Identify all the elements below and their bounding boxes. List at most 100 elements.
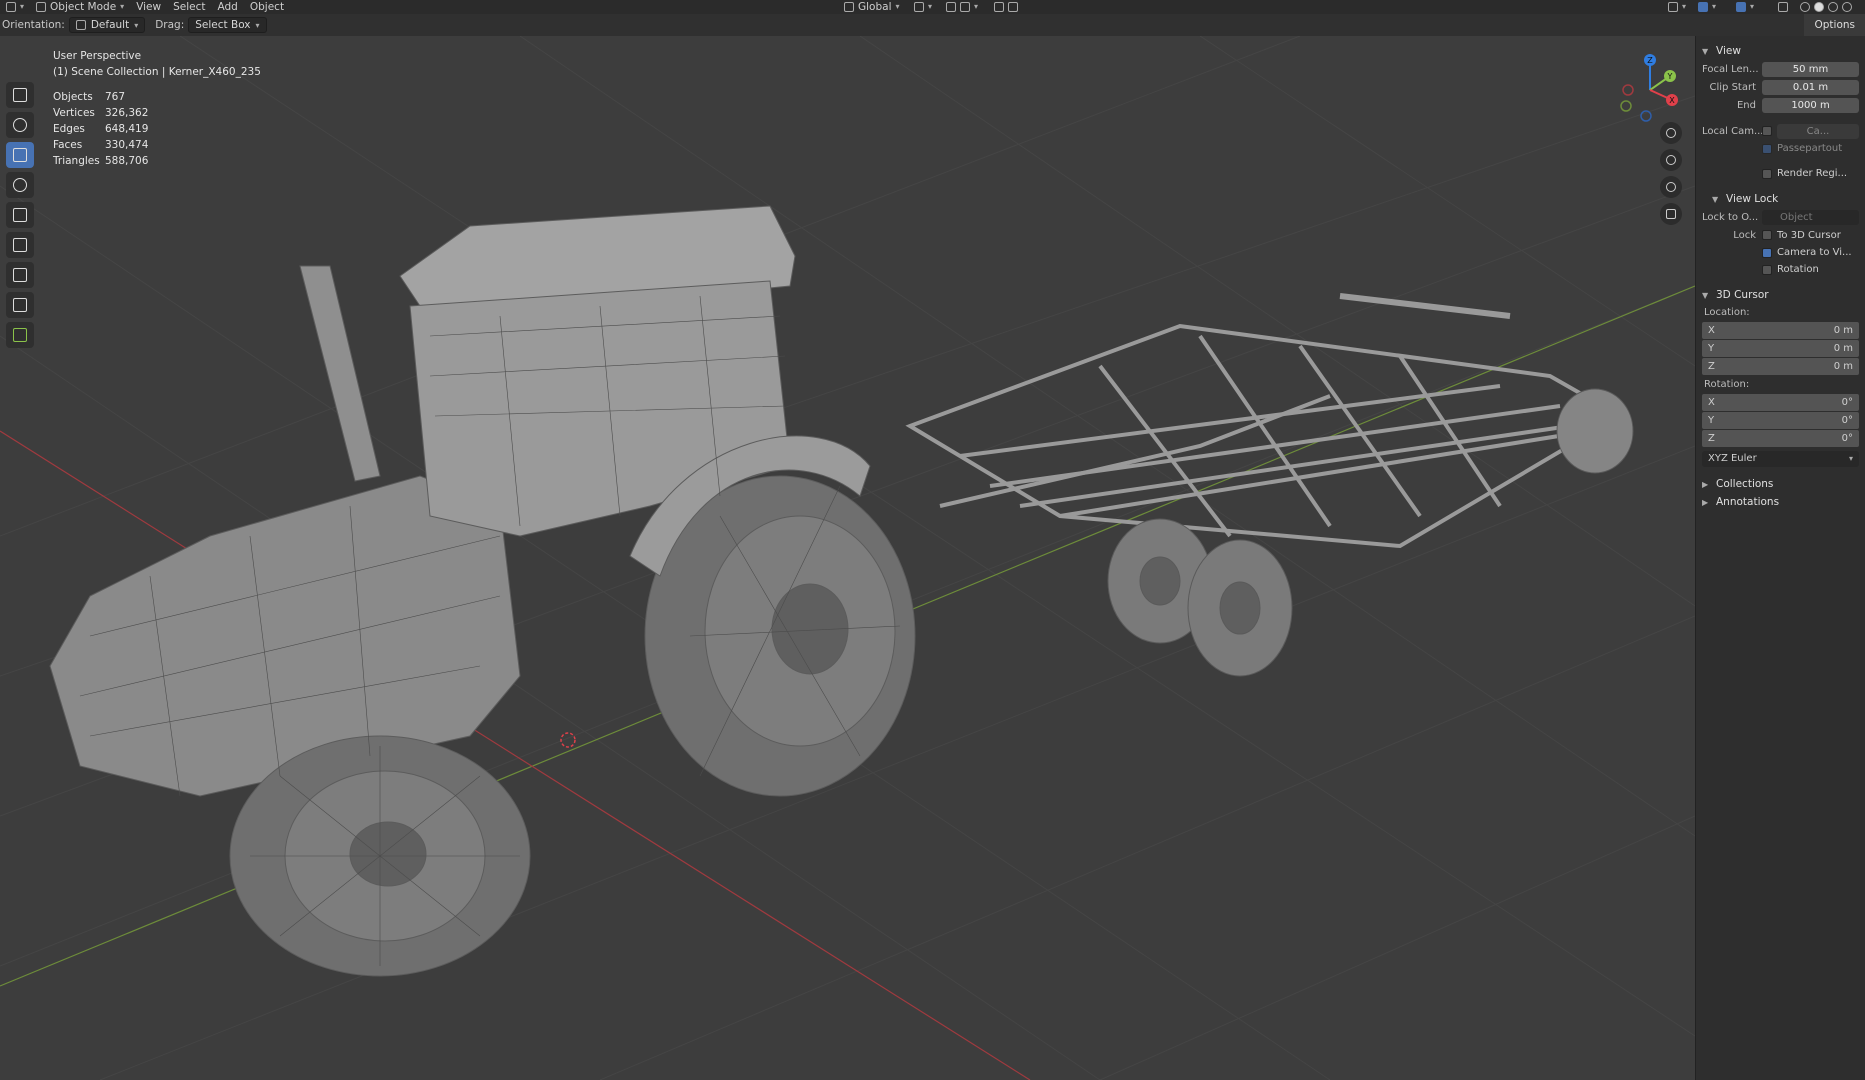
gizmo-neg-y[interactable] bbox=[1620, 100, 1632, 112]
wireframe-shading-icon[interactable] bbox=[1800, 2, 1810, 12]
clip-end-label: End bbox=[1736, 99, 1756, 111]
cursor-rotation-x[interactable]: X 0° bbox=[1702, 394, 1859, 411]
cursor-rotation-z[interactable]: Z 0° bbox=[1702, 430, 1859, 447]
lock-rotation-checkbox[interactable] bbox=[1762, 264, 1772, 275]
clip-start-row: Clip Start 0.01 m bbox=[1702, 78, 1859, 96]
options-button[interactable]: Options bbox=[1804, 14, 1865, 36]
local-camera-field[interactable]: Ca... bbox=[1777, 123, 1859, 139]
clip-start-label: Clip Start bbox=[1709, 81, 1757, 93]
scene-statistics: Objects 767 Vertices 326,362 Edges 648,419 … bbox=[53, 89, 261, 169]
gizmo-icon bbox=[1698, 2, 1708, 12]
chevron-down-icon: ▾ bbox=[928, 2, 933, 11]
ortho-toggle-button[interactable] bbox=[1660, 203, 1682, 225]
cursor-rotation-y[interactable]: Y 0° bbox=[1702, 412, 1859, 429]
focal-length-field[interactable]: 50 mm bbox=[1762, 61, 1859, 77]
panel-header-annotations[interactable]: ▶ Annotations bbox=[1702, 493, 1859, 511]
panel-header-view-lock[interactable]: ▼ View Lock bbox=[1702, 190, 1859, 208]
zoom-button[interactable] bbox=[1660, 122, 1682, 144]
panel-header-3d-cursor[interactable]: ▼ 3D Cursor bbox=[1702, 286, 1859, 304]
lock-to-object-field[interactable]: Object bbox=[1762, 209, 1859, 225]
shading-modes[interactable] bbox=[1794, 0, 1858, 14]
stat-row-triangles: Triangles 588,706 bbox=[53, 155, 149, 167]
menu-object[interactable]: Object bbox=[244, 0, 290, 14]
panel-title-annotations: Annotations bbox=[1716, 496, 1780, 508]
pivot-point-button[interactable]: ▾ bbox=[908, 0, 938, 14]
panel-header-collections[interactable]: ▶ Collections bbox=[1702, 475, 1859, 493]
overlays-button[interactable]: ▾ bbox=[1730, 0, 1760, 14]
passepartout-row[interactable]: Passepartout bbox=[1702, 140, 1859, 157]
menu-add[interactable]: Add bbox=[212, 0, 244, 14]
lock-rotation-row[interactable]: Rotation bbox=[1702, 261, 1859, 278]
transform-orientation-dropdown[interactable]: Global ▾ bbox=[838, 0, 906, 14]
visibility-button[interactable]: ▾ bbox=[1662, 0, 1692, 14]
solid-shading-icon[interactable] bbox=[1814, 2, 1824, 12]
drag-dropdown[interactable]: Select Box ▾ bbox=[188, 17, 267, 33]
clip-end-field[interactable]: 1000 m bbox=[1762, 97, 1859, 113]
chevron-down-icon: ▾ bbox=[1848, 454, 1853, 463]
snap-button[interactable]: ▾ bbox=[940, 0, 984, 14]
cultivator-implement-model[interactable] bbox=[905, 293, 1624, 549]
lock-label: Lock bbox=[1733, 229, 1756, 241]
3d-viewport[interactable]: User Perspective (1) Scene Collection | … bbox=[0, 36, 1695, 1080]
orientation-axes-icon bbox=[844, 2, 854, 12]
clip-start-field[interactable]: 0.01 m bbox=[1762, 79, 1859, 95]
measure-tool[interactable] bbox=[6, 292, 34, 318]
menu-view[interactable]: View bbox=[130, 0, 167, 14]
select-box-tool[interactable] bbox=[6, 82, 34, 108]
passepartout-checkbox[interactable] bbox=[1762, 143, 1772, 154]
menu-select[interactable]: Select bbox=[167, 0, 211, 14]
pencil-icon bbox=[13, 268, 27, 282]
transform-tool[interactable] bbox=[6, 232, 34, 258]
collection-name: (1) Scene Collection | Kerner_X460_235 bbox=[53, 66, 261, 78]
stat-row-objects: Objects 767 bbox=[53, 91, 126, 103]
render-region-row[interactable]: Render Regi... bbox=[1702, 165, 1859, 182]
panel-title-view-lock: View Lock bbox=[1726, 193, 1779, 205]
lock-rotation-label: Rotation bbox=[1777, 264, 1819, 275]
proportional-edit-button[interactable] bbox=[988, 0, 1024, 14]
gizmo-y-label: Y bbox=[1667, 72, 1673, 81]
add-cube-tool[interactable] bbox=[6, 322, 34, 348]
tractor-model[interactable] bbox=[49, 205, 916, 977]
annotate-tool[interactable] bbox=[6, 262, 34, 288]
chevron-down-icon: ▼ bbox=[1702, 290, 1709, 300]
local-camera-checkbox[interactable] bbox=[1762, 126, 1772, 136]
move-icon bbox=[13, 148, 27, 162]
rotation-mode-dropdown[interactable]: XYZ Euler ▾ bbox=[1702, 451, 1859, 467]
chevron-down-icon: ▾ bbox=[20, 2, 25, 11]
cursor-tool[interactable] bbox=[6, 112, 34, 138]
tool-settings-bar: Orientation: Default ▾ Drag: Select Box … bbox=[0, 14, 1865, 36]
gizmo-neg-z[interactable] bbox=[1640, 110, 1652, 122]
panel-header-view[interactable]: ▼ View bbox=[1702, 42, 1859, 60]
mode-label: Object Mode bbox=[50, 1, 117, 13]
scale-tool[interactable] bbox=[6, 202, 34, 228]
cursor-location-z[interactable]: Z0 m bbox=[1702, 358, 1859, 375]
rotate-tool[interactable] bbox=[6, 172, 34, 198]
render-region-checkbox[interactable] bbox=[1762, 168, 1772, 179]
camera-view-button[interactable] bbox=[1660, 176, 1682, 198]
add-cube-icon bbox=[13, 328, 27, 342]
xray-icon bbox=[1778, 2, 1788, 12]
navigation-gizmo[interactable]: Z Y X bbox=[1610, 50, 1690, 122]
material-shading-icon[interactable] bbox=[1828, 2, 1838, 12]
editor-type-button[interactable]: ▾ bbox=[0, 0, 30, 14]
view-name: User Perspective bbox=[53, 50, 142, 62]
rendered-shading-icon[interactable] bbox=[1842, 2, 1852, 12]
xray-button[interactable] bbox=[1772, 0, 1794, 14]
camera-to-view-row[interactable]: Camera to Vi... bbox=[1702, 244, 1859, 261]
gizmo-toggle-button[interactable]: ▾ bbox=[1692, 0, 1722, 14]
chevron-down-icon: ▾ bbox=[895, 2, 900, 11]
gizmo-neg-x[interactable] bbox=[1622, 84, 1634, 96]
cursor-location-y[interactable]: Y0 m bbox=[1702, 340, 1859, 357]
chevron-down-icon: ▾ bbox=[1750, 2, 1755, 11]
mode-dropdown[interactable]: Object Mode ▾ bbox=[30, 0, 130, 14]
camera-to-view-checkbox[interactable] bbox=[1762, 247, 1772, 258]
pan-button[interactable] bbox=[1660, 149, 1682, 171]
orientation-dropdown[interactable]: Default ▾ bbox=[68, 17, 146, 33]
zoom-icon bbox=[1666, 128, 1676, 138]
eye-icon bbox=[1668, 2, 1678, 12]
move-tool[interactable] bbox=[6, 142, 34, 168]
cursor-location-x[interactable]: X0 m bbox=[1702, 322, 1859, 339]
rotation-label: Rotation: bbox=[1704, 379, 1750, 390]
lock-to-cursor-row: Lock To 3D Cursor bbox=[1702, 226, 1859, 244]
to-3d-cursor-checkbox[interactable] bbox=[1762, 230, 1772, 240]
